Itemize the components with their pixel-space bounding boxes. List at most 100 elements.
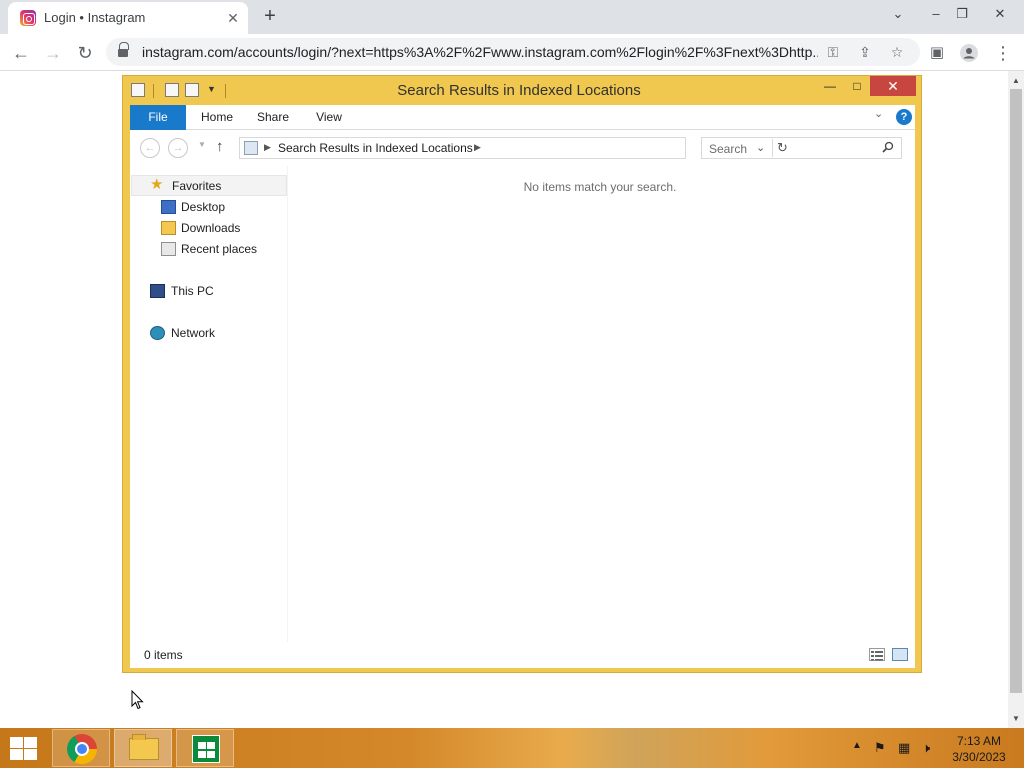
qat-separator bbox=[225, 84, 226, 98]
tab-close-icon[interactable]: ✕ bbox=[224, 9, 242, 27]
properties-icon[interactable] bbox=[165, 83, 179, 97]
explorer-title: Search Results in Indexed Locations bbox=[397, 82, 641, 99]
explorer-maximize-button[interactable]: □ bbox=[847, 76, 867, 96]
tab-search-chevron-icon[interactable]: ⌄ bbox=[886, 4, 910, 24]
scroll-up-icon[interactable]: ▲ bbox=[1008, 73, 1024, 89]
explorer-close-button[interactable]: ✕ bbox=[870, 76, 916, 96]
new-tab-button[interactable]: + bbox=[258, 5, 282, 29]
nav-item-label: Favorites bbox=[172, 179, 222, 193]
volume-muted-icon[interactable]: 🕨 bbox=[922, 740, 930, 756]
navigation-pane: ★ Favorites Desktop Downloads Recent pla… bbox=[130, 166, 288, 642]
back-icon[interactable]: ← bbox=[8, 40, 34, 66]
nav-item-this-pc[interactable]: This PC bbox=[130, 281, 287, 302]
nav-item-label: Network bbox=[171, 326, 216, 340]
key-icon[interactable]: ⚿ bbox=[822, 41, 844, 63]
nav-item-recent-places[interactable]: Recent places bbox=[130, 239, 287, 260]
url-text[interactable]: instagram.com/accounts/login/?next=https… bbox=[142, 44, 818, 60]
browser-menu-icon[interactable]: ⋮ bbox=[990, 40, 1016, 66]
window-app-icon[interactable] bbox=[131, 83, 145, 97]
search-placeholder: Search bbox=[709, 142, 748, 156]
nav-item-downloads[interactable]: Downloads bbox=[130, 218, 287, 239]
browser-restore-button[interactable]: ❐ bbox=[950, 4, 974, 24]
network-icon bbox=[150, 326, 165, 340]
clock-time: 7:13 AM bbox=[956, 734, 1002, 748]
nav-back-icon[interactable]: ← bbox=[140, 138, 160, 158]
forward-icon[interactable]: → bbox=[40, 40, 66, 66]
file-explorer-icon bbox=[129, 734, 159, 760]
large-icons-view-icon[interactable] bbox=[892, 648, 908, 661]
windows-logo-pane bbox=[10, 749, 23, 760]
new-folder-icon[interactable] bbox=[185, 83, 199, 97]
ribbon-expand-chevron-icon[interactable]: ⌄ bbox=[874, 107, 883, 120]
chrome-icon bbox=[67, 734, 97, 764]
tab-home[interactable]: Home bbox=[192, 105, 242, 130]
action-center-flag-icon[interactable]: ⚑ bbox=[874, 740, 886, 756]
browser-close-button[interactable]: ✕ bbox=[988, 4, 1012, 24]
explorer-body: ★ Favorites Desktop Downloads Recent pla… bbox=[130, 166, 915, 642]
lock-icon[interactable] bbox=[118, 42, 129, 58]
qat-separator bbox=[153, 84, 154, 98]
breadcrumb-chevron-icon[interactable]: ▶ bbox=[474, 142, 481, 153]
page-scrollbar[interactable]: ▲ ▼ bbox=[1008, 71, 1024, 728]
up-arrow-icon[interactable]: ↑ bbox=[216, 138, 224, 155]
recent-locations-chevron-icon[interactable]: ▼ bbox=[198, 140, 206, 149]
browser-toolbar: ← → ↻ instagram.com/accounts/login/?next… bbox=[0, 34, 1024, 71]
taskbar-store-button[interactable] bbox=[176, 729, 234, 767]
this-pc-icon bbox=[150, 284, 165, 298]
tab-view[interactable]: View bbox=[304, 105, 354, 130]
desktop-icon bbox=[161, 200, 176, 214]
explorer-status-bar: 0 items bbox=[130, 642, 915, 668]
tab-share[interactable]: Share bbox=[248, 105, 298, 130]
taskbar-chrome-button[interactable] bbox=[52, 729, 110, 767]
store-logo-pane bbox=[207, 751, 215, 758]
reload-icon[interactable]: ↻ bbox=[72, 40, 98, 66]
share-icon[interactable]: ⇪ bbox=[854, 41, 876, 63]
windows-logo-pane bbox=[24, 749, 37, 760]
scroll-thumb[interactable] bbox=[1010, 89, 1022, 693]
store-logo-pane bbox=[198, 751, 206, 758]
help-icon[interactable]: ? bbox=[896, 109, 912, 125]
taskbar-explorer-button[interactable] bbox=[114, 729, 172, 767]
nav-item-desktop[interactable]: Desktop bbox=[130, 197, 287, 218]
nav-item-network[interactable]: Network bbox=[130, 323, 287, 344]
breadcrumb-path[interactable]: Search Results in Indexed Locations bbox=[278, 141, 473, 155]
scroll-down-icon[interactable]: ▼ bbox=[1008, 711, 1024, 727]
qat-dropdown-icon[interactable]: ▼ bbox=[207, 84, 216, 94]
store-logo-pane bbox=[207, 742, 215, 749]
tab-file[interactable]: File bbox=[130, 105, 186, 130]
store-logo-pane bbox=[198, 742, 206, 749]
explorer-window: ▼ Search Results in Indexed Locations — … bbox=[122, 75, 922, 673]
explorer-address-bar[interactable]: ▶ Search Results in Indexed Locations ▶ … bbox=[239, 137, 788, 159]
windows-logo-pane bbox=[10, 737, 23, 748]
explorer-search-input[interactable]: Search bbox=[701, 137, 902, 159]
instagram-favicon-icon bbox=[20, 10, 36, 26]
nav-item-label: Recent places bbox=[181, 242, 258, 256]
recent-places-icon bbox=[161, 242, 176, 256]
nav-item-favorites[interactable]: ★ Favorites bbox=[131, 175, 287, 196]
profile-icon[interactable] bbox=[956, 40, 982, 66]
bookmark-star-icon[interactable]: ☆ bbox=[886, 41, 908, 63]
explorer-minimize-button[interactable]: — bbox=[820, 76, 840, 96]
details-view-icon[interactable] bbox=[869, 648, 885, 661]
downloads-icon bbox=[161, 221, 176, 235]
search-icon[interactable] bbox=[882, 141, 894, 156]
browser-tab-strip: Login • Instagram ✕ + ⌄ – ❐ ✕ bbox=[0, 0, 1024, 34]
show-hidden-icons-chevron-icon[interactable]: ▲ bbox=[852, 740, 862, 751]
breadcrumb-chevron-icon[interactable]: ▶ bbox=[264, 142, 271, 153]
network-tray-icon[interactable]: ▦ bbox=[898, 740, 910, 756]
search-location-icon bbox=[244, 141, 258, 155]
address-bar[interactable]: instagram.com/accounts/login/?next=https… bbox=[106, 38, 920, 66]
taskbar-clock[interactable]: 7:13 AM 3/30/2023 bbox=[946, 733, 1012, 765]
browser-minimize-button[interactable]: – bbox=[924, 4, 948, 24]
explorer-titlebar[interactable]: ▼ Search Results in Indexed Locations — … bbox=[123, 76, 921, 104]
ribbon: File Home Share View ⌄ ? bbox=[130, 105, 915, 130]
item-count: 0 items bbox=[144, 648, 183, 662]
windows-taskbar: ▲ ⚑ ▦ 🕨 7:13 AM 3/30/2023 bbox=[0, 728, 1024, 768]
side-panel-icon[interactable]: ▣ bbox=[924, 40, 950, 66]
start-windows-icon[interactable] bbox=[8, 736, 38, 760]
browser-tab[interactable]: Login • Instagram ✕ bbox=[8, 2, 248, 34]
nav-item-label: Downloads bbox=[181, 221, 241, 235]
nav-forward-icon[interactable]: → bbox=[168, 138, 188, 158]
nav-item-label: Desktop bbox=[181, 200, 226, 214]
mouse-cursor-icon bbox=[131, 690, 144, 710]
